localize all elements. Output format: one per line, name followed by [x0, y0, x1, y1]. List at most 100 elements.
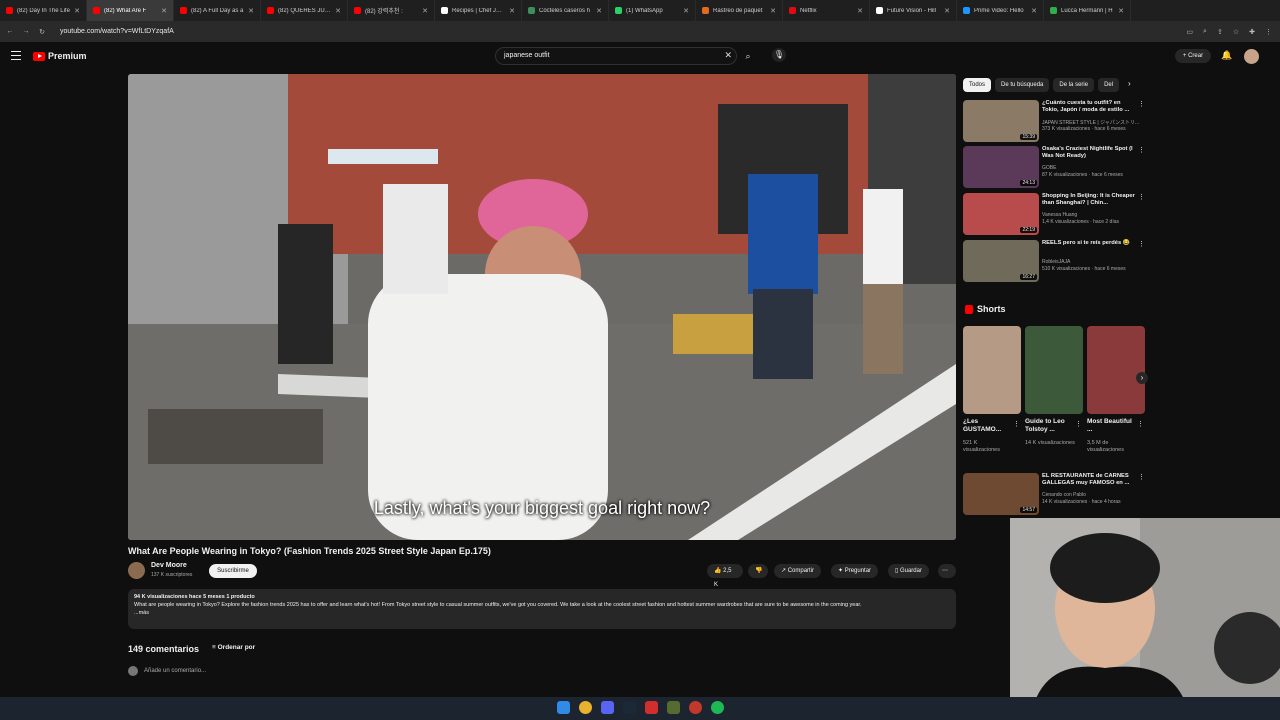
recommended-channel[interactable]: Cenando con Pablo	[1042, 492, 1086, 498]
short-title[interactable]: Guide to Leo Tolstoy ...	[1025, 418, 1075, 434]
close-tab-icon[interactable]: ✕	[1031, 7, 1037, 15]
recommended-channel[interactable]: RobleisJAJA	[1042, 259, 1070, 265]
channel-name[interactable]: Dev Moore	[151, 562, 187, 569]
channel-avatar[interactable]	[128, 562, 145, 579]
browser-tab[interactable]: (82) 강력추천 : ✕	[348, 0, 435, 21]
steam-icon[interactable]	[623, 701, 636, 714]
close-tab-icon[interactable]: ✕	[422, 7, 428, 15]
browser-tab[interactable]: Prime Video: Hello ✕	[957, 0, 1044, 21]
browser-tab[interactable]: (82) What Are F ✕	[87, 0, 174, 21]
short-thumbnail[interactable]	[963, 326, 1021, 414]
sort-comments-button[interactable]: ≡ Ordenar por	[212, 644, 255, 651]
recommended-title[interactable]: EL RESTAURANTE de CARNES GALLEGAS muy FA…	[1042, 473, 1137, 487]
app-icon[interactable]	[645, 701, 658, 714]
close-tab-icon[interactable]: ✕	[944, 7, 950, 15]
video-thumbnail[interactable]: 15:39	[963, 100, 1039, 142]
recommended-channel[interactable]: JAPAN STREET STYLE | ジャパンストリ...	[1042, 119, 1139, 126]
browser-tab[interactable]: Recipes | Chef Josh ✕	[435, 0, 522, 21]
more-options-icon[interactable]: ⋮	[1138, 146, 1145, 154]
browser-tab[interactable]: (1) WhatsApp ✕	[609, 0, 696, 21]
forward-icon[interactable]: →	[20, 28, 32, 35]
short-thumbnail[interactable]	[1087, 326, 1145, 414]
filter-chip[interactable]: De la serie	[1053, 78, 1095, 92]
recommended-channel[interactable]: Vanessa Huang	[1042, 212, 1077, 218]
browser-tab[interactable]: Future Vision - Hill ✕	[870, 0, 957, 21]
video-player[interactable]: Lastly, what's your biggest goal right n…	[128, 74, 956, 540]
close-tab-icon[interactable]: ✕	[683, 7, 689, 15]
more-options-icon[interactable]: ⋮	[1138, 193, 1145, 201]
recommended-title[interactable]: Shopping In Beijing: It is Cheaper than …	[1042, 193, 1137, 207]
show-more-link[interactable]: ...más	[134, 609, 950, 617]
short-title[interactable]: ¿Les GUSTAMO...	[963, 418, 1013, 434]
close-tab-icon[interactable]: ✕	[74, 7, 80, 15]
create-button[interactable]: + Crear	[1175, 49, 1211, 63]
browser-tab[interactable]: Rastreo de paquet ✕	[696, 0, 783, 21]
more-options-icon[interactable]: ⋮	[1138, 100, 1145, 108]
filter-chip[interactable]: De tu búsqueda	[995, 78, 1050, 92]
browser-tab[interactable]: Cócteles caseros h ✕	[522, 0, 609, 21]
close-tab-icon[interactable]: ✕	[596, 7, 602, 15]
like-button[interactable]: 👍 2,5 K	[707, 564, 743, 588]
close-tab-icon[interactable]: ✕	[770, 7, 776, 15]
discord-icon[interactable]	[601, 701, 614, 714]
short-more-icon[interactable]: ⋮	[1075, 420, 1082, 428]
browser-tab[interactable]: Netflix ✕	[783, 0, 870, 21]
video-thumbnail[interactable]: 14:57	[963, 473, 1039, 515]
filter-chip[interactable]: Del	[1098, 78, 1120, 92]
shorts-next-icon[interactable]: ›	[1136, 372, 1148, 384]
dislike-icon[interactable]: 👎	[748, 564, 768, 578]
youtube-logo[interactable]: Premium	[33, 51, 87, 61]
recommended-video[interactable]: 15:39 ¿Cuánto cuesta tu outfit? en Tokio,…	[963, 100, 1145, 142]
microphone-icon[interactable]: 🎙	[772, 48, 786, 62]
app-icon-2[interactable]	[667, 701, 680, 714]
browser-tab[interactable]: (82) Day In The Life ✕	[0, 0, 87, 21]
address-bar[interactable]: youtube.com/watch?v=WfLtDYzqafA	[60, 28, 174, 35]
close-tab-icon[interactable]: ✕	[335, 7, 341, 15]
recommended-video[interactable]: 22:19 Shopping In Beijing: It is Cheaper …	[963, 193, 1145, 235]
description-box[interactable]: 94 K visualizaciones hace 5 meses 1 prod…	[128, 589, 956, 629]
search-icon[interactable]: ⌕	[741, 47, 755, 65]
short-more-icon[interactable]: ⋮	[1137, 420, 1144, 428]
menu-dots-icon[interactable]: ⋮	[1265, 28, 1272, 36]
hamburger-menu-icon[interactable]	[11, 51, 21, 60]
short-thumbnail[interactable]	[1025, 326, 1083, 414]
browser-tab[interactable]: (82) QUERÉS JUGA ✕	[261, 0, 348, 21]
save-button[interactable]: ▯ Guardar	[888, 564, 929, 578]
reload-icon[interactable]: ↻	[36, 28, 48, 36]
short-title[interactable]: Most Beautiful ...	[1087, 418, 1137, 434]
browser-tab[interactable]: Lucca Hermann | H ✕	[1044, 0, 1131, 21]
spotify-icon[interactable]	[711, 701, 724, 714]
chevron-right-icon[interactable]: ›	[1128, 79, 1131, 88]
ask-button[interactable]: ✦ Preguntar	[831, 564, 879, 578]
cast-icon[interactable]: ▭	[1186, 28, 1193, 36]
extensions-icon[interactable]: ✚	[1249, 28, 1255, 36]
close-tab-icon[interactable]: ✕	[161, 7, 167, 15]
close-tab-icon[interactable]: ✕	[857, 7, 863, 15]
bookmark-star-icon[interactable]: ☆	[1233, 28, 1239, 36]
recommended-title[interactable]: ¿Cuánto cuesta tu outfit? en Tokio, Japó…	[1042, 100, 1137, 114]
zoom-icon[interactable]: ⌕	[1203, 28, 1207, 36]
recommended-channel[interactable]: GOBE	[1042, 165, 1056, 171]
account-avatar[interactable]	[1244, 49, 1259, 64]
video-thumbnail[interactable]: 24:13	[963, 146, 1039, 188]
recommended-video[interactable]: 14:57 EL RESTAURANTE de CARNES GALLEGAS m…	[963, 473, 1145, 515]
more-actions-icon[interactable]: ⋯	[938, 564, 956, 578]
add-comment-field[interactable]: Añade un comentario...	[128, 666, 206, 676]
share-button[interactable]: ↗ Compartir	[774, 564, 822, 578]
close-tab-icon[interactable]: ✕	[509, 7, 515, 15]
browser-tab[interactable]: (82) A Full Day as a ✕	[174, 0, 261, 21]
search-input[interactable]: japanese outfit ✕	[495, 47, 737, 65]
recommended-video[interactable]: 24:13 Osaka's Craziest Nightlife Spot (I …	[963, 146, 1145, 188]
close-tab-icon[interactable]: ✕	[1118, 7, 1124, 15]
short-more-icon[interactable]: ⋮	[1013, 420, 1020, 428]
recommended-title[interactable]: REELS pero si te reís perdés 😂	[1042, 240, 1137, 247]
share-icon[interactable]: ⇪	[1217, 28, 1223, 36]
windows-start-icon[interactable]	[557, 701, 570, 714]
obs-icon[interactable]	[689, 701, 702, 714]
chrome-icon[interactable]	[579, 701, 592, 714]
video-thumbnail[interactable]: 22:19	[963, 193, 1039, 235]
more-options-icon[interactable]: ⋮	[1138, 240, 1145, 248]
recommended-title[interactable]: Osaka's Craziest Nightlife Spot (I Was N…	[1042, 146, 1137, 160]
more-options-icon[interactable]: ⋮	[1138, 473, 1145, 481]
back-icon[interactable]: ←	[4, 28, 16, 35]
